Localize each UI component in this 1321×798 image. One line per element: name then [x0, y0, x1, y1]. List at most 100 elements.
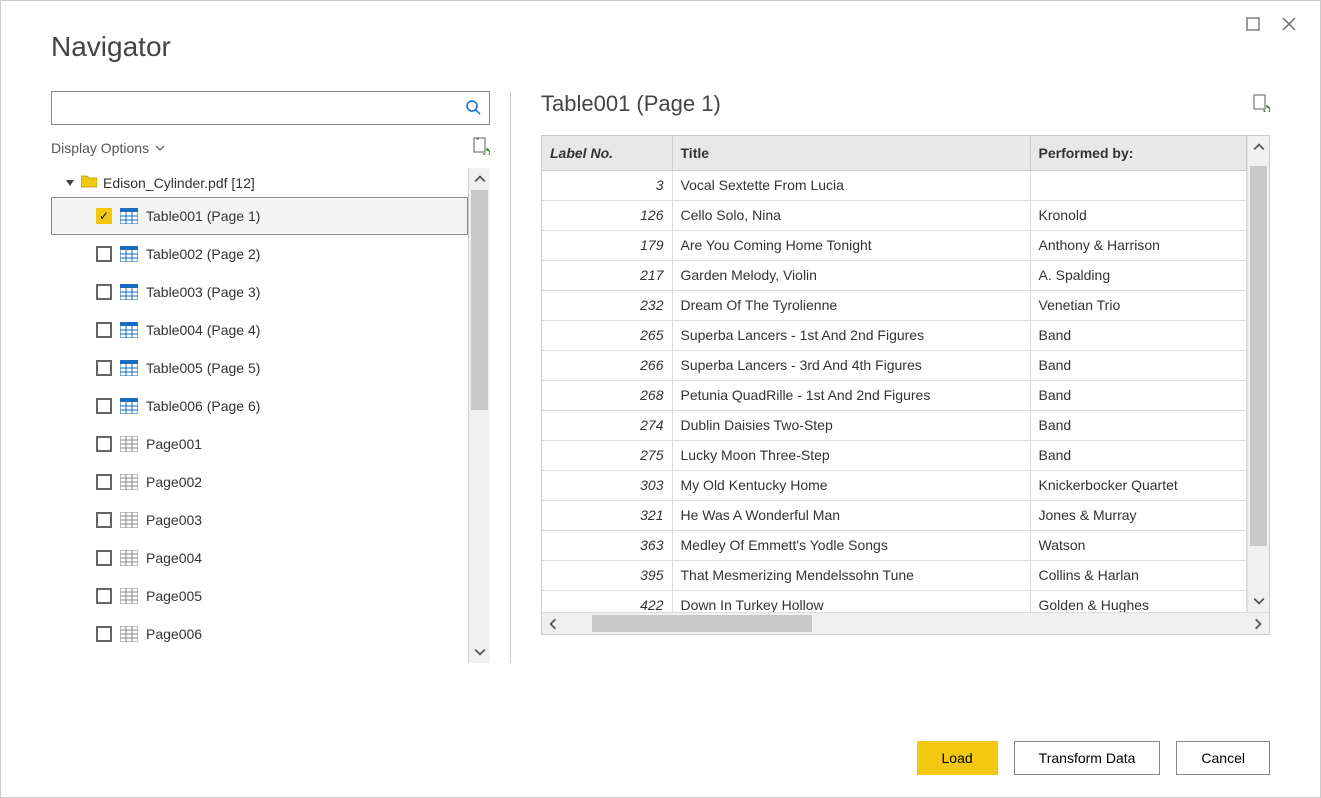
tree-item-label: Page004 [146, 550, 202, 566]
table-icon [120, 284, 138, 300]
scroll-down-icon[interactable] [469, 641, 491, 663]
tree-item[interactable]: ✓Table001 (Page 1) [51, 197, 468, 235]
preview-table: Label No. Title Performed by: 3Vocal Sex… [542, 136, 1247, 621]
cell-label-no: 179 [542, 230, 672, 260]
column-header[interactable]: Title [672, 136, 1030, 170]
transform-data-button[interactable]: Transform Data [1014, 741, 1161, 775]
scroll-down-icon[interactable] [1248, 590, 1270, 612]
tree-item-label: Table003 (Page 3) [146, 284, 260, 300]
refresh-tree-icon[interactable] [472, 137, 490, 158]
checkbox[interactable] [96, 398, 112, 414]
tree-item[interactable]: Page005 [51, 577, 468, 615]
scroll-up-icon[interactable] [469, 168, 491, 190]
table-row[interactable]: 217Garden Melody, ViolinA. Spalding [542, 260, 1247, 290]
table-row[interactable]: 275Lucky Moon Three-StepBand [542, 440, 1247, 470]
cell-performed-by: Band [1030, 410, 1247, 440]
preview-vertical-scrollbar[interactable] [1247, 136, 1269, 612]
cell-label-no: 274 [542, 410, 672, 440]
checkbox[interactable] [96, 246, 112, 262]
table-row[interactable]: 303My Old Kentucky HomeKnickerbocker Qua… [542, 470, 1247, 500]
cell-title: Superba Lancers - 1st And 2nd Figures [672, 320, 1030, 350]
expander-icon[interactable] [65, 175, 75, 191]
table-row[interactable]: 179Are You Coming Home TonightAnthony & … [542, 230, 1247, 260]
checkbox[interactable] [96, 436, 112, 452]
scroll-right-icon[interactable] [1247, 613, 1269, 635]
table-row[interactable]: 232Dream Of The TyrolienneVenetian Trio [542, 290, 1247, 320]
folder-icon [81, 174, 97, 191]
checkbox[interactable] [96, 284, 112, 300]
page-icon [120, 626, 138, 642]
cell-title: Lucky Moon Three-Step [672, 440, 1030, 470]
scroll-left-icon[interactable] [542, 613, 564, 635]
cell-title: Garden Melody, Violin [672, 260, 1030, 290]
cell-title: Vocal Sextette From Lucia [672, 170, 1030, 200]
tree-item[interactable]: Page006 [51, 615, 468, 653]
cell-label-no: 217 [542, 260, 672, 290]
cell-title: Dublin Daisies Two-Step [672, 410, 1030, 440]
cell-performed-by: Anthony & Harrison [1030, 230, 1247, 260]
maximize-icon[interactable] [1244, 15, 1262, 33]
preview-horizontal-scrollbar[interactable] [542, 612, 1269, 634]
refresh-preview-icon[interactable] [1252, 94, 1270, 115]
table-row[interactable]: 363Medley Of Emmett's Yodle SongsWatson [542, 530, 1247, 560]
tree-item[interactable]: Page004 [51, 539, 468, 577]
checkbox[interactable] [96, 550, 112, 566]
tree-item[interactable]: Table003 (Page 3) [51, 273, 468, 311]
table-row[interactable]: 268Petunia QuadRille - 1st And 2nd Figur… [542, 380, 1247, 410]
checkbox[interactable] [96, 588, 112, 604]
preview-title: Table001 (Page 1) [541, 91, 721, 117]
scrollbar-thumb[interactable] [592, 615, 812, 632]
table-row[interactable]: 265Superba Lancers - 1st And 2nd Figures… [542, 320, 1247, 350]
cell-performed-by: Jones & Murray [1030, 500, 1247, 530]
table-row[interactable]: 321He Was A Wonderful ManJones & Murray [542, 500, 1247, 530]
cancel-button[interactable]: Cancel [1176, 741, 1270, 775]
tree-item[interactable]: Page003 [51, 501, 468, 539]
display-options-dropdown[interactable]: Display Options [51, 140, 165, 156]
tree-item[interactable]: Table005 (Page 5) [51, 349, 468, 387]
tree-item[interactable]: Page001 [51, 425, 468, 463]
table-row[interactable]: 395That Mesmerizing Mendelssohn TuneColl… [542, 560, 1247, 590]
search-icon[interactable] [465, 99, 481, 118]
cell-performed-by: Band [1030, 350, 1247, 380]
table-row[interactable]: 126Cello Solo, NinaKronold [542, 200, 1247, 230]
cell-label-no: 275 [542, 440, 672, 470]
cell-performed-by: Band [1030, 320, 1247, 350]
tree-scrollbar[interactable] [468, 168, 490, 663]
cell-label-no: 303 [542, 470, 672, 500]
cell-performed-by: Venetian Trio [1030, 290, 1247, 320]
table-row[interactable]: 274Dublin Daisies Two-StepBand [542, 410, 1247, 440]
cell-label-no: 3 [542, 170, 672, 200]
checkbox[interactable]: ✓ [96, 208, 112, 224]
column-header[interactable]: Label No. [542, 136, 672, 170]
column-header[interactable]: Performed by: [1030, 136, 1247, 170]
scrollbar-thumb[interactable] [471, 190, 488, 410]
table-row[interactable]: 3Vocal Sextette From Lucia [542, 170, 1247, 200]
scrollbar-thumb[interactable] [1250, 166, 1267, 546]
checkbox[interactable] [96, 626, 112, 642]
cell-title: My Old Kentucky Home [672, 470, 1030, 500]
scroll-up-icon[interactable] [1248, 136, 1270, 158]
tree-root[interactable]: Edison_Cylinder.pdf [12] [51, 168, 468, 197]
tree-root-label: Edison_Cylinder.pdf [12] [103, 175, 255, 191]
checkbox[interactable] [96, 512, 112, 528]
table-icon [120, 398, 138, 414]
close-icon[interactable] [1280, 15, 1298, 33]
table-row[interactable]: 266Superba Lancers - 3rd And 4th Figures… [542, 350, 1247, 380]
cell-performed-by [1030, 170, 1247, 200]
tree-item-label: Table005 (Page 5) [146, 360, 260, 376]
page-icon [120, 436, 138, 452]
cell-label-no: 265 [542, 320, 672, 350]
checkbox[interactable] [96, 360, 112, 376]
cell-title: He Was A Wonderful Man [672, 500, 1030, 530]
tree-item[interactable]: Table002 (Page 2) [51, 235, 468, 273]
tree-item[interactable]: Page002 [51, 463, 468, 501]
checkbox[interactable] [96, 322, 112, 338]
cell-label-no: 126 [542, 200, 672, 230]
tree-item-label: Page005 [146, 588, 202, 604]
search-input-container[interactable] [51, 91, 490, 125]
checkbox[interactable] [96, 474, 112, 490]
search-input[interactable] [60, 99, 465, 117]
tree-item[interactable]: Table006 (Page 6) [51, 387, 468, 425]
tree-item[interactable]: Table004 (Page 4) [51, 311, 468, 349]
load-button[interactable]: Load [917, 741, 998, 775]
